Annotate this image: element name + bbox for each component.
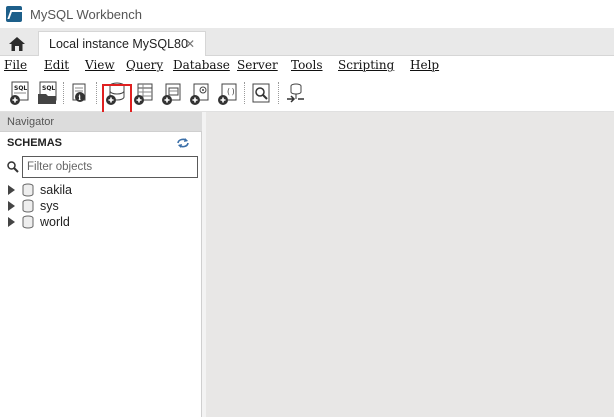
- create-procedure-button[interactable]: [188, 80, 212, 106]
- open-sql-script-icon: SQL: [38, 81, 57, 104]
- schema-label: sys: [40, 199, 59, 213]
- filter-box: [4, 156, 198, 178]
- schema-inspector-icon: i: [72, 83, 86, 102]
- menu-help[interactable]: Help: [410, 58, 439, 72]
- main-content-area: [206, 112, 614, 417]
- create-view-button[interactable]: [160, 80, 184, 106]
- title-bar: MySQL Workbench: [0, 0, 614, 28]
- menu-server[interactable]: Server: [237, 58, 278, 72]
- schemas-title: SCHEMAS: [7, 137, 63, 149]
- home-icon: [9, 36, 25, 51]
- svg-text:(): (): [226, 87, 236, 96]
- toolbar-separator: [96, 82, 97, 104]
- create-function-icon: (): [218, 83, 237, 105]
- expand-arrow-icon[interactable]: [8, 185, 15, 195]
- home-tab[interactable]: [2, 31, 32, 56]
- svg-text:SQL: SQL: [14, 85, 27, 92]
- menu-database[interactable]: Database: [173, 58, 230, 72]
- tab-bar: Local instance MySQL80 ✕: [0, 28, 614, 56]
- navigator-header: Navigator: [0, 112, 202, 132]
- open-sql-script-button[interactable]: SQL: [36, 80, 60, 106]
- database-icon: [22, 199, 34, 213]
- toolbar-separator: [278, 82, 279, 104]
- schema-label: world: [40, 215, 70, 229]
- close-icon[interactable]: ✕: [185, 37, 195, 51]
- toolbar-separator: [63, 82, 64, 104]
- reconnect-button[interactable]: [284, 80, 308, 106]
- window-title: MySQL Workbench: [30, 6, 142, 22]
- database-icon: [22, 215, 34, 229]
- expand-arrow-icon[interactable]: [8, 217, 15, 227]
- create-table-button[interactable]: [132, 80, 156, 106]
- navigator-title: Navigator: [7, 115, 55, 128]
- menu-scripting[interactable]: Scripting: [338, 58, 394, 72]
- schema-item-world[interactable]: world: [0, 214, 200, 230]
- new-sql-tab-icon: SQL: [10, 81, 29, 105]
- mysql-workbench-logo-icon: [6, 6, 22, 22]
- database-icon: [22, 183, 34, 197]
- table-data-search-button[interactable]: [250, 80, 274, 106]
- filter-objects-input[interactable]: [22, 156, 198, 178]
- menu-edit[interactable]: Edit: [44, 58, 69, 72]
- schema-label: sakila: [40, 183, 72, 197]
- schema-item-sys[interactable]: sys: [0, 198, 200, 214]
- new-sql-tab-button[interactable]: SQL: [8, 80, 32, 106]
- table-data-search-icon: [252, 83, 270, 103]
- menu-tools[interactable]: Tools: [291, 58, 323, 72]
- menu-query[interactable]: Query: [126, 58, 163, 72]
- refresh-icon[interactable]: [176, 137, 190, 149]
- toolbar-separator: [244, 82, 245, 104]
- create-view-icon: [162, 83, 181, 105]
- toolbar: SQL SQL i (): [0, 74, 614, 112]
- create-procedure-icon: [190, 83, 209, 105]
- search-icon: [7, 161, 19, 173]
- tab-local-instance[interactable]: Local instance MySQL80 ✕: [38, 31, 206, 56]
- menu-file[interactable]: File: [4, 58, 27, 72]
- create-table-icon: [134, 83, 153, 105]
- navigator-panel: SCHEMAS sakila sys world: [0, 132, 202, 417]
- tab-label: Local instance MySQL80: [49, 37, 188, 51]
- svg-text:i: i: [78, 93, 81, 102]
- schema-item-sakila[interactable]: sakila: [0, 182, 200, 198]
- schema-inspector-button[interactable]: i: [68, 80, 92, 106]
- create-function-button[interactable]: (): [216, 80, 240, 106]
- menu-view[interactable]: View: [85, 58, 115, 72]
- reconnect-icon: [287, 83, 304, 103]
- menu-bar: File Edit View Query Database Server Too…: [0, 56, 614, 74]
- expand-arrow-icon[interactable]: [8, 201, 15, 211]
- svg-text:SQL: SQL: [42, 85, 55, 92]
